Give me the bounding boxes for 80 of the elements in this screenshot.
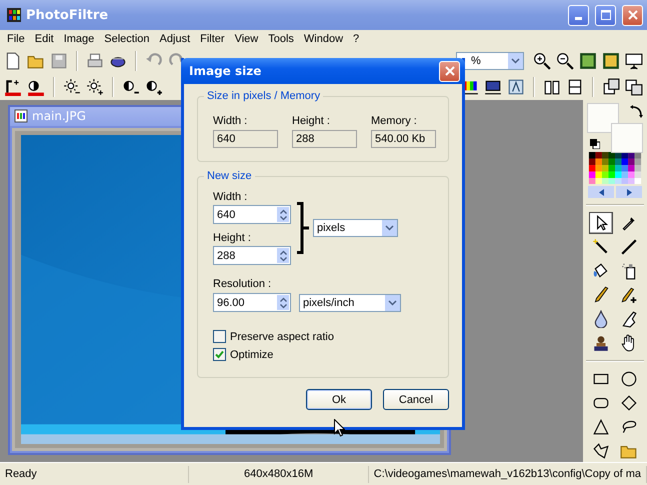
spin-button[interactable]	[277, 248, 289, 263]
book-icon[interactable]	[543, 78, 561, 96]
readonly-field: 540.00 Kb	[371, 130, 436, 148]
auto-levels-icon[interactable]	[4, 78, 22, 96]
window-title: PhotoFiltre	[26, 8, 108, 22]
foreground-color[interactable]	[587, 103, 619, 133]
field-label: Memory :	[371, 115, 418, 127]
spin-button[interactable]	[277, 207, 289, 222]
app-icon	[6, 7, 22, 23]
ok-button[interactable]: Ok	[306, 389, 372, 410]
link-bracket-icon	[297, 202, 309, 254]
minimize-button[interactable]	[568, 4, 589, 26]
contrast-minus-icon[interactable]	[122, 78, 140, 96]
minimize-icon	[575, 16, 582, 20]
new-file-icon[interactable]	[4, 52, 22, 70]
zoom-in-icon[interactable]	[533, 52, 551, 70]
menu-item[interactable]: Window	[298, 33, 348, 45]
menu-item[interactable]: Tools	[263, 33, 299, 45]
brightness-minus-icon[interactable]	[63, 78, 81, 96]
field-label: Height :	[213, 232, 252, 244]
fit-image-icon[interactable]	[602, 52, 620, 70]
readonly-field: 640	[213, 130, 278, 148]
cancel-button[interactable]: Cancel	[383, 389, 449, 410]
checkbox-label: Preserve aspect ratio	[230, 330, 334, 342]
image-info: 640x480x16M	[189, 466, 369, 482]
menu-item[interactable]: Image	[58, 33, 100, 45]
contrast-plus-icon[interactable]	[145, 78, 163, 96]
menu-item[interactable]: Edit	[30, 33, 59, 45]
dialog-title: Image size	[189, 64, 262, 78]
resolution-unit-dropdown[interactable]: pixels/inch	[299, 294, 401, 312]
maximize-icon	[600, 10, 610, 20]
brightness-plus-icon[interactable]	[86, 78, 104, 96]
transform-icon[interactable]	[625, 78, 643, 96]
menu-item[interactable]: View	[230, 33, 264, 45]
swap-arrows-icon[interactable]	[629, 105, 643, 119]
image-file-icon	[14, 109, 28, 124]
menu-item[interactable]: Selection	[99, 33, 155, 45]
checkbox[interactable]	[213, 330, 226, 343]
unit-dropdown[interactable]: pixels	[313, 219, 398, 237]
close-icon	[444, 66, 454, 76]
menu-item[interactable]: Adjust	[154, 33, 196, 45]
menu-item[interactable]: ?	[348, 33, 364, 45]
next-palette-button[interactable]	[616, 186, 642, 198]
background-color[interactable]	[611, 123, 643, 153]
maximize-button[interactable]	[595, 4, 616, 26]
print-icon[interactable]	[86, 52, 104, 70]
transform-icon[interactable]	[602, 78, 620, 96]
right-arrow-icon	[626, 188, 632, 196]
previous-palette-button[interactable]	[588, 186, 614, 198]
mouse-cursor-icon	[334, 419, 345, 437]
close-button[interactable]	[622, 4, 643, 26]
save-icon[interactable]	[50, 52, 68, 70]
field-label: Resolution :	[213, 278, 272, 290]
field-label: Width :	[213, 191, 248, 203]
spin-button[interactable]	[277, 295, 289, 310]
group-title: Size in pixels / Memory	[204, 90, 324, 102]
gradient-icon[interactable]	[484, 78, 502, 96]
checkbox-label: Optimize	[230, 348, 274, 360]
menu-item[interactable]: Filter	[195, 33, 230, 45]
group-title: New size	[204, 170, 255, 182]
file-path: C:\videogames\mamewah_v162b13\config\Copy of ma	[368, 466, 647, 482]
slideshow-icon[interactable]	[625, 52, 643, 70]
menu-item[interactable]: File	[2, 33, 30, 45]
field-label: Width :	[213, 115, 248, 127]
fit-image-icon[interactable]	[579, 52, 597, 70]
readonly-field: 288	[292, 130, 357, 148]
checkbox[interactable]	[213, 348, 226, 361]
left-arrow-icon	[598, 188, 604, 196]
color-palette[interactable]	[587, 152, 643, 184]
auto-contrast-icon[interactable]	[27, 78, 45, 96]
close-icon	[628, 10, 638, 20]
texture-icon[interactable]	[507, 78, 525, 96]
page-icon[interactable]	[566, 78, 584, 96]
zoom-out-icon[interactable]	[556, 52, 574, 70]
reset-colors-icon[interactable]	[590, 139, 600, 149]
document-title: main.JPG	[32, 109, 86, 124]
field-label: Height :	[292, 115, 331, 127]
status-text: Ready	[0, 466, 190, 482]
zoom-dropdown[interactable]: %	[456, 52, 524, 70]
close-button[interactable]	[439, 60, 460, 82]
